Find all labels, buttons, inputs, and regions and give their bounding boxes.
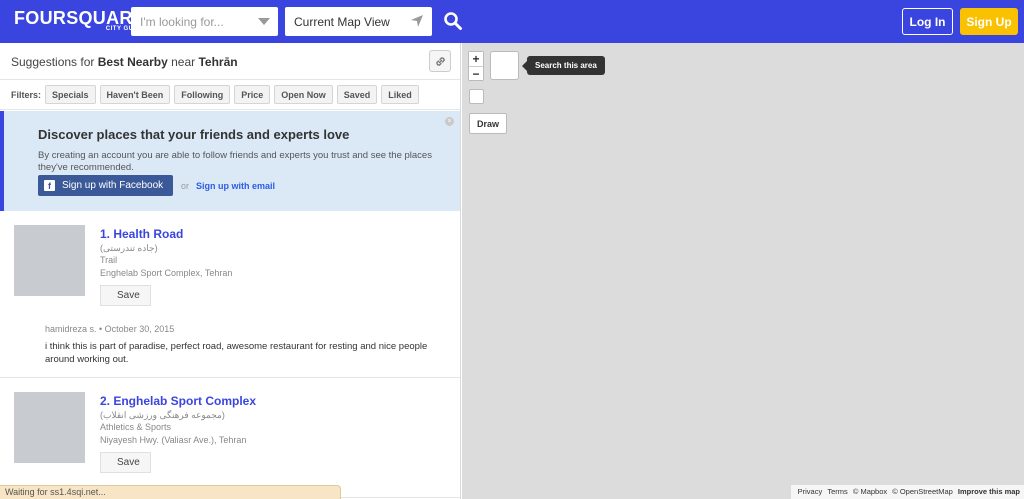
signup-button[interactable]: Sign Up [960,8,1018,35]
filters-bar: Filters: Specials Haven't Been Following… [0,80,460,110]
search-area-checkbox[interactable] [490,51,519,80]
browser-status-bar: Waiting for ss1.4sqi.net... [0,485,341,499]
suggestions-heading: Suggestions for Best Nearby near Tehrān [11,55,238,69]
filter-price[interactable]: Price [234,85,271,104]
venue-name[interactable]: 1. Health Road [100,227,183,241]
mapbox-link[interactable]: © Mapbox [853,487,887,496]
save-button[interactable]: Save [100,452,151,473]
filter-saved[interactable]: Saved [336,85,378,104]
venue-photo[interactable] [14,392,85,463]
suggestions-bar: Suggestions for Best Nearby near Tehrān [0,43,460,80]
results-panel: Suggestions for Best Nearby near Tehrān … [0,43,461,499]
promo-title: Discover places that your friends and ex… [38,127,350,142]
facebook-icon: f [44,180,55,191]
filter-open-now[interactable]: Open Now [274,85,333,104]
search-icon[interactable] [443,11,463,31]
filter-specials[interactable]: Specials [45,85,96,104]
venue-native-name: (جاده تندرستی) [100,243,158,253]
chevron-down-icon[interactable] [258,18,270,25]
filter-following[interactable]: Following [174,85,231,104]
improve-map-link[interactable]: Improve this map [958,487,1020,496]
email-signup-link[interactable]: Sign up with email [196,181,275,191]
search-what-box [131,7,278,36]
draw-button[interactable]: Draw [469,113,507,134]
link-icon [436,57,445,66]
location-arrow-icon[interactable] [410,14,424,28]
promo-body: By creating an account you are able to f… [38,150,432,173]
search-where-box [285,7,432,36]
search-area-tooltip: Search this area [522,56,605,75]
map-area[interactable]: + − Search this area Draw Privacy Terms … [462,43,1024,499]
venue-name[interactable]: 2. Enghelab Sport Complex [100,394,256,408]
filter-havent-been[interactable]: Haven't Been [99,85,171,104]
terms-link[interactable]: Terms [827,487,847,496]
logo-text: FOURSQUARE [14,8,146,28]
venue-native-name: (مجموعه فرهنگی ورزشی انقلاب) [100,410,225,420]
tip-text: i think this is part of paradise, perfec… [45,341,428,365]
venue-item: 2. Enghelab Sport Complex (مجموعه فرهنگی… [0,378,460,498]
suggestions-near: near [171,55,196,69]
filters-label: Filters: [11,89,42,100]
filter-liked[interactable]: Liked [381,85,419,104]
facebook-signup-button[interactable]: f Sign up with Facebook [38,175,173,196]
venue-category: Athletics & Sports [100,422,172,432]
venue-address: Enghelab Sport Complex, Tehran [100,268,233,278]
facebook-signup-label: Sign up with Facebook [62,180,164,191]
promo-or: or [181,181,190,191]
suggestions-category: Best Nearby [97,55,168,69]
osm-link[interactable]: © OpenStreetMap [892,487,953,496]
save-button[interactable]: Save [100,285,151,306]
search-input[interactable] [131,7,278,36]
foursquare-logo[interactable]: FOURSQUARE CITY GUIDE [14,9,145,32]
map-option-checkbox[interactable] [469,89,484,104]
suggestions-prefix: Suggestions for [11,55,95,69]
top-header: FOURSQUARE CITY GUIDE Log In Sign Up [0,0,1024,43]
venue-category: Trail [100,255,118,265]
zoom-out-button[interactable]: − [469,66,483,80]
suggestions-city: Tehrān [198,55,238,69]
zoom-control: + − [468,51,484,81]
venue-photo[interactable] [14,225,85,296]
tip-meta: hamidreza s. • October 30, 2015 [45,324,175,334]
zoom-in-button[interactable]: + [469,52,483,66]
login-button[interactable]: Log In [902,8,953,35]
close-icon[interactable]: × [445,117,454,126]
map-attribution: Privacy Terms © Mapbox © OpenStreetMap I… [790,485,1024,499]
venue-item: 1. Health Road (جاده تندرستی) Trail Engh… [0,211,460,378]
signup-promo: Discover places that your friends and ex… [0,111,460,211]
venue-address: Niyayesh Hwy. (Valiasr Ave.), Tehran [100,435,247,445]
privacy-link[interactable]: Privacy [798,487,823,496]
share-link-button[interactable] [429,50,451,72]
